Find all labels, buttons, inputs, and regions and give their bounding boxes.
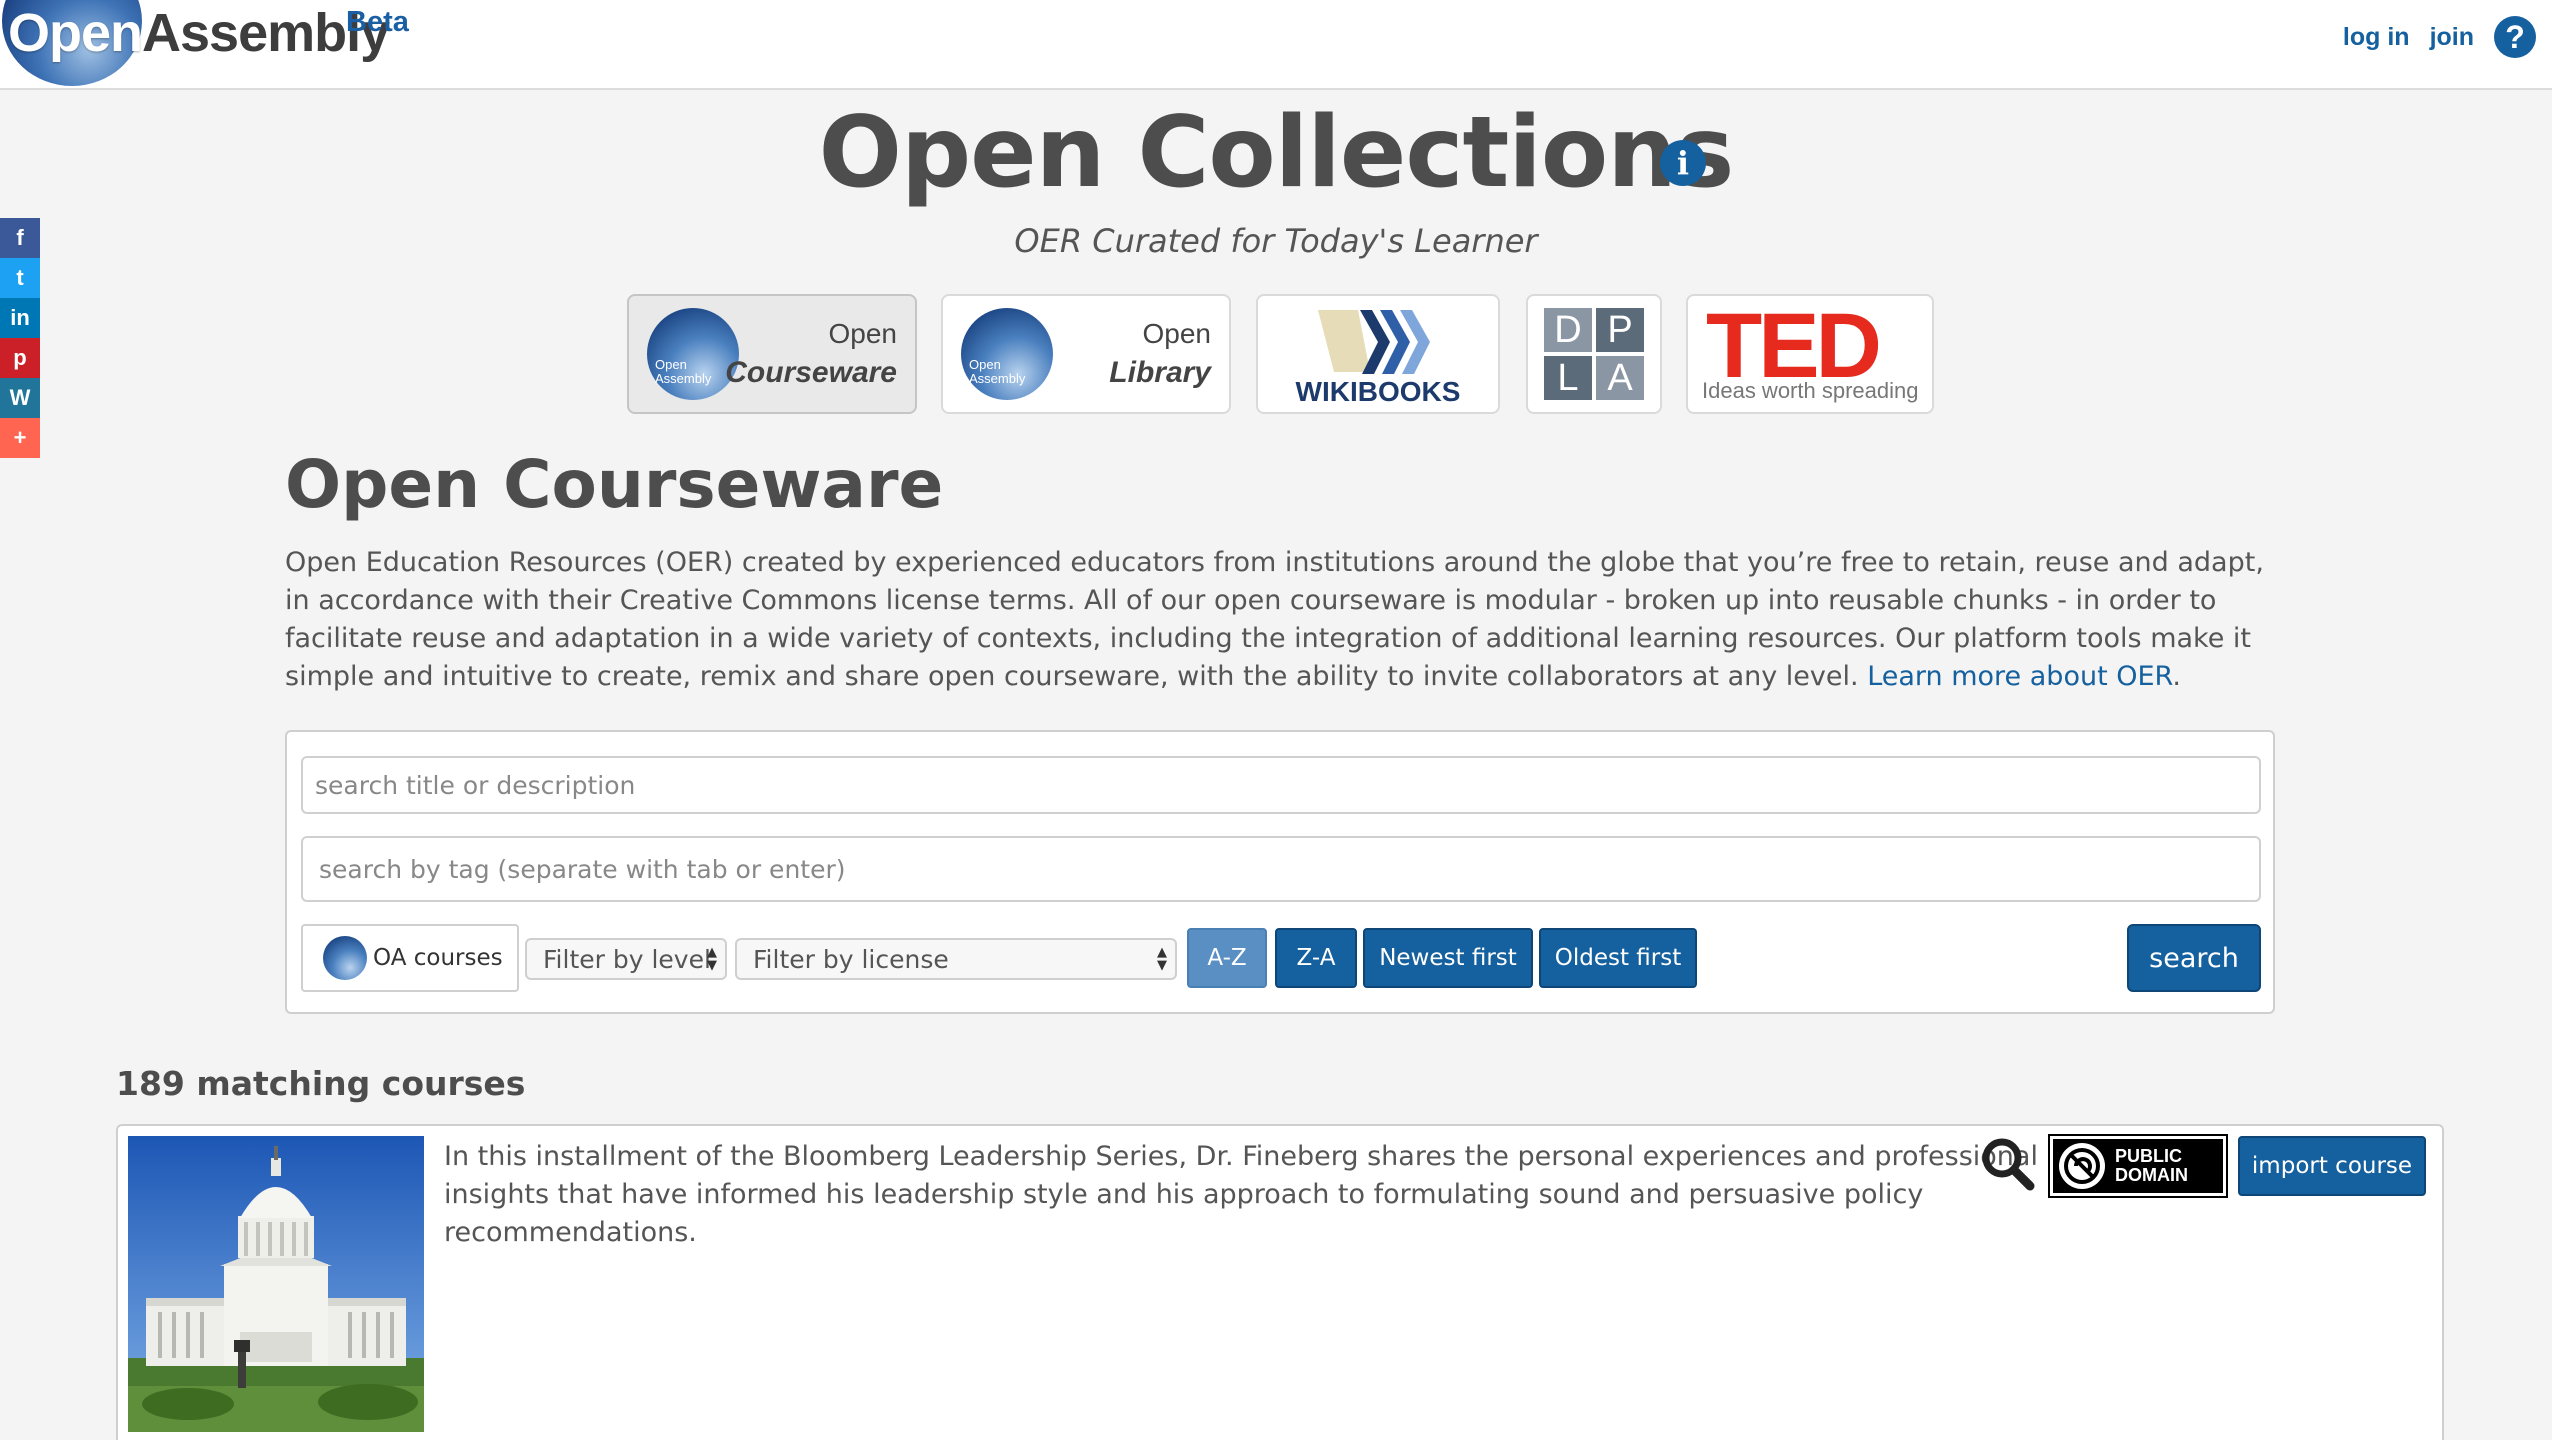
- tile-label-line2: Library: [1109, 356, 1211, 389]
- more-share-icon[interactable]: +: [0, 418, 40, 458]
- wikibooks-label: WIKIBOOKS: [1295, 376, 1461, 407]
- wikibooks-logo-icon: [1318, 310, 1430, 374]
- tile-label-line1: Open: [1142, 318, 1212, 349]
- twitter-share-icon[interactable]: t: [0, 258, 40, 298]
- level-filter-select[interactable]: Filter by level ▲ ▼: [525, 938, 727, 980]
- capitol-building-image: [128, 1136, 424, 1432]
- sort-newest-button[interactable]: Newest first: [1363, 928, 1533, 988]
- search-button[interactable]: search: [2127, 924, 2261, 992]
- license-filter-select[interactable]: Filter by license ▲ ▼: [735, 938, 1177, 980]
- license-text: PUBLIC DOMAIN: [2115, 1147, 2215, 1185]
- collection-tile-ted[interactable]: TED Ideas worth spreading: [1686, 294, 1934, 414]
- logo-wordmark: OpenAssembly: [8, 2, 390, 64]
- collection-tile-open-library[interactable]: Open Assembly Open Library: [941, 294, 1231, 414]
- section-title: Open Courseware: [285, 446, 944, 523]
- logo-text-open: Open: [8, 3, 143, 63]
- import-course-button[interactable]: import course: [2238, 1136, 2426, 1196]
- select-arrows-icon: ▲ ▼: [707, 945, 717, 973]
- sort-oldest-button[interactable]: Oldest first: [1539, 928, 1697, 988]
- pd-symbol-icon: [2064, 1148, 2100, 1184]
- dpla-letter: P: [1596, 308, 1644, 352]
- dpla-letter: A: [1596, 356, 1644, 400]
- join-link[interactable]: join: [2430, 23, 2474, 52]
- page-subtitle: OER Curated for Today's Learner: [1014, 222, 1538, 260]
- ted-tagline: Ideas worth spreading: [1702, 378, 1919, 403]
- beta-badge: Beta: [346, 6, 409, 38]
- tile-label-line2: Courseware: [725, 356, 897, 389]
- search-title-input[interactable]: search title or description: [301, 756, 2261, 814]
- oa-courses-toggle[interactable]: OA courses: [301, 924, 519, 992]
- page-title: Open Collections: [818, 96, 1735, 210]
- collection-tile-dpla[interactable]: D P L A: [1526, 294, 1662, 414]
- login-link[interactable]: log in: [2343, 23, 2410, 52]
- openassembly-globe-icon: Open Assembly: [961, 308, 1053, 400]
- course-description: In this installment of the Bloomberg Lea…: [444, 1141, 2038, 1248]
- collection-tile-wikibooks[interactable]: WIKIBOOKS: [1256, 294, 1500, 414]
- wordpress-share-icon[interactable]: W: [0, 378, 40, 418]
- user-nav: log in join ?: [2323, 16, 2536, 58]
- course-card: In this installment of the Bloomberg Lea…: [116, 1124, 2444, 1440]
- dpla-letter: D: [1544, 308, 1592, 352]
- public-domain-icon: [2059, 1143, 2105, 1189]
- course-thumbnail[interactable]: [128, 1136, 424, 1432]
- info-icon[interactable]: i: [1660, 140, 1706, 186]
- help-icon[interactable]: ?: [2494, 16, 2536, 58]
- magnifier-preview-icon[interactable]: [1980, 1136, 2036, 1192]
- level-filter-value: Filter by level: [543, 944, 711, 974]
- license-filter-value: Filter by license: [753, 944, 949, 974]
- linkedin-share-icon[interactable]: in: [0, 298, 40, 338]
- license-line2: DOMAIN: [2115, 1165, 2188, 1185]
- search-panel: search title or description search by ta…: [285, 730, 2275, 1014]
- pinterest-share-icon[interactable]: p: [0, 338, 40, 378]
- license-line1: PUBLIC: [2115, 1146, 2182, 1166]
- top-navbar: OpenAssembly Beta log in join ?: [0, 0, 2552, 90]
- public-domain-license-badge[interactable]: PUBLIC DOMAIN: [2048, 1134, 2228, 1198]
- collection-tile-open-courseware[interactable]: Open Assembly Open Courseware: [627, 294, 917, 414]
- globe-label: Open Assembly: [969, 357, 1026, 386]
- learn-more-oer-link[interactable]: Learn more about OER: [1867, 661, 2172, 692]
- section-description: Open Education Resources (OER) created b…: [285, 544, 2275, 696]
- openassembly-globe-icon: [323, 936, 367, 980]
- search-tag-input[interactable]: search by tag (separate with tab or ente…: [301, 836, 2261, 902]
- sort-az-button[interactable]: A-Z: [1187, 928, 1267, 988]
- tile-label-line1: Open: [828, 318, 898, 349]
- dpla-logo-icon: D P L A: [1544, 308, 1644, 400]
- select-arrows-icon: ▲ ▼: [1157, 945, 1167, 973]
- description-suffix: .: [2172, 661, 2181, 692]
- dpla-letter: L: [1544, 356, 1592, 400]
- results-count: 189 matching courses: [116, 1064, 526, 1103]
- openassembly-logo[interactable]: OpenAssembly Beta: [0, 0, 420, 90]
- oa-courses-label: OA courses: [373, 945, 503, 971]
- sort-za-button[interactable]: Z-A: [1275, 928, 1357, 988]
